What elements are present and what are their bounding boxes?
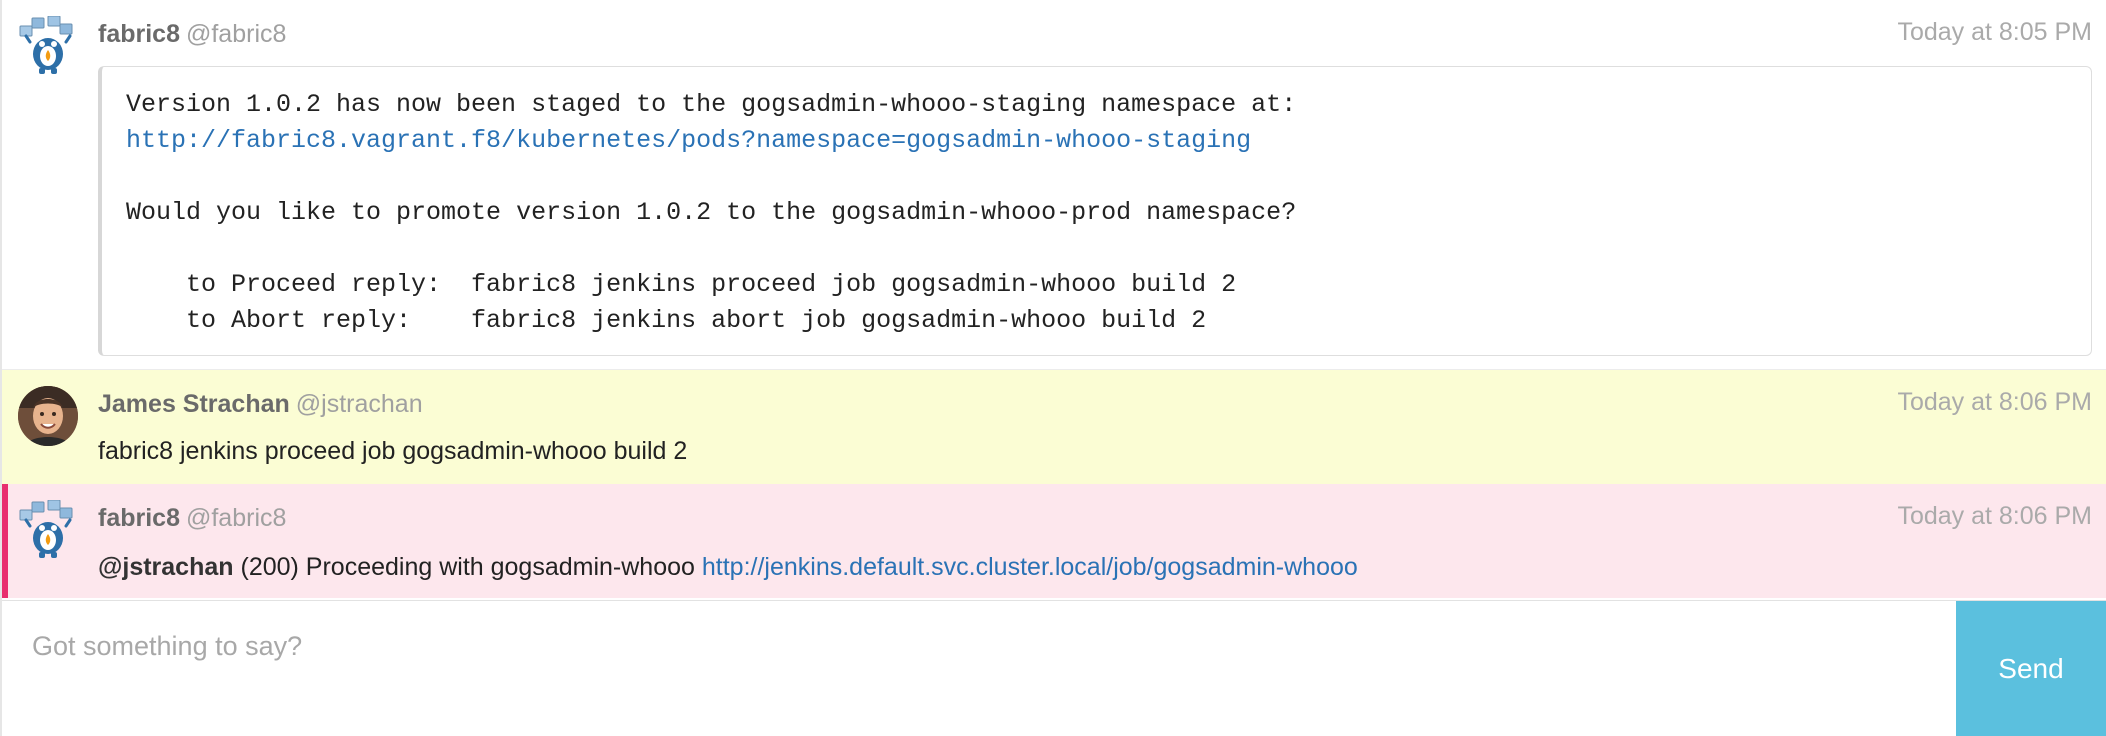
author-handle: @fabric8 — [185, 20, 287, 48]
author-handle: @jstrachan — [295, 390, 423, 418]
code-block: Version 1.0.2 has now been staged to the… — [98, 66, 2092, 356]
author-name[interactable]: James Strachan — [98, 390, 290, 418]
fabric8-mascot-icon[interactable] — [18, 16, 78, 76]
jenkins-job-link[interactable]: http://jenkins.default.svc.cluster.local… — [702, 553, 1358, 581]
author-name[interactable]: fabric8 — [98, 504, 180, 532]
staging-pods-link[interactable]: http://fabric8.vagrant.f8/kubernetes/pod… — [126, 126, 1251, 155]
code-line: Would you like to promote version 1.0.2 … — [126, 198, 1297, 227]
code-line: to Proceed reply: fabric8 jenkins procee… — [126, 270, 1237, 299]
author-name[interactable]: fabric8 — [98, 20, 180, 48]
message-timestamp: Today at 8:05 PM — [1897, 18, 2092, 46]
author-handle: @fabric8 — [185, 504, 287, 532]
message-item: fabric8 @fabric8 Today at 8:05 PM Version… — [2, 0, 2106, 370]
send-button[interactable]: Send — [1956, 601, 2106, 736]
message-header: James Strachan @jstrachan — [98, 388, 423, 420]
message-header: fabric8 @fabric8 — [98, 18, 286, 50]
message-item-own: James Strachan @jstrachan Today at 8:06 P… — [2, 370, 2106, 484]
message-input[interactable] — [2, 601, 1956, 736]
code-line: to Abort reply: fabric8 jenkins abort jo… — [126, 306, 1207, 335]
message-composer: Send — [2, 600, 2106, 736]
message-timestamp: Today at 8:06 PM — [1897, 502, 2092, 530]
fabric8-mascot-icon[interactable] — [18, 500, 78, 560]
message-text: @jstrachan (200) Proceeding with gogsadm… — [98, 550, 1358, 584]
message-item-mention: fabric8 @fabric8 Today at 8:06 PM @jstrac… — [2, 484, 2106, 598]
user-photo-avatar[interactable] — [18, 386, 78, 446]
message-text-content: (200) Proceeding with gogsadmin-whooo — [233, 553, 702, 581]
chat-panel: fabric8 @fabric8 Today at 8:05 PM Version… — [0, 0, 2106, 736]
message-header: fabric8 @fabric8 — [98, 502, 286, 534]
message-timestamp: Today at 8:06 PM — [1897, 388, 2092, 416]
user-mention[interactable]: @jstrachan — [98, 553, 234, 581]
code-line: Version 1.0.2 has now been staged to the… — [126, 90, 1297, 119]
message-text: fabric8 jenkins proceed job gogsadmin-wh… — [98, 437, 688, 465]
code-line-link: http://fabric8.vagrant.f8/kubernetes/pod… — [126, 123, 2091, 159]
